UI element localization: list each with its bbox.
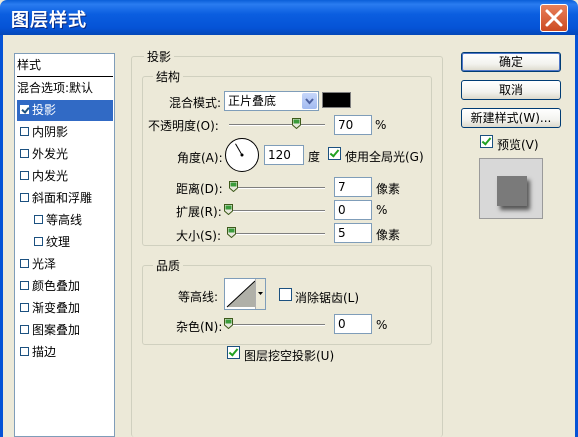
knockout-label: 图层挖空投影(U) [244, 349, 335, 363]
angle-input[interactable]: 120 [264, 145, 304, 165]
style-item-satin[interactable]: 光泽 [17, 254, 113, 275]
chevron-down-icon [258, 292, 263, 295]
chevron-down-icon [305, 98, 314, 105]
size-slider-track[interactable] [229, 233, 325, 235]
opacity-slider-thumb[interactable] [291, 118, 301, 129]
distance-unit: 像素 [376, 182, 401, 196]
style-list-header: 样式 [17, 58, 42, 72]
style-item-drop-shadow[interactable]: 投影 [17, 100, 113, 121]
style-list-divider [17, 76, 113, 77]
opacity-unit: % [375, 118, 387, 132]
style-item-label: 描边 [32, 345, 57, 359]
checkbox-icon[interactable] [34, 215, 43, 224]
knockout-checkbox[interactable] [227, 346, 240, 359]
spread-label: 扩展(R): [176, 205, 222, 219]
style-item-bevel-emboss[interactable]: 斜面和浮雕 [17, 188, 113, 209]
checkbox-icon[interactable] [34, 237, 43, 246]
contour-label: 等高线: [178, 290, 219, 304]
linear-contour-icon [226, 280, 256, 308]
checkbox-icon[interactable] [20, 193, 29, 202]
style-item-inner-shadow[interactable]: 内阴影 [17, 122, 113, 143]
size-input[interactable]: 5 [334, 223, 372, 243]
checkbox-icon[interactable] [20, 127, 29, 136]
checkbox-icon[interactable] [20, 171, 29, 180]
shadow-group-title: 投影 [144, 48, 175, 65]
noise-input[interactable]: 0 [334, 314, 372, 334]
contour-picker[interactable] [224, 278, 266, 310]
noise-slider-thumb[interactable] [224, 318, 233, 329]
style-item-label: 外发光 [32, 147, 69, 161]
spread-unit: % [376, 203, 388, 217]
quality-group-title: 品质 [153, 257, 184, 274]
distance-slider-track[interactable] [229, 187, 325, 189]
close-icon [545, 9, 563, 27]
size-label: 大小(S): [176, 229, 222, 243]
style-item-label: 渐变叠加 [32, 301, 81, 315]
distance-slider-thumb[interactable] [229, 181, 238, 192]
style-item-label: 光泽 [32, 257, 57, 271]
style-item-label: 斜面和浮雕 [32, 191, 93, 205]
noise-slider-track[interactable] [229, 324, 325, 326]
noise-label: 杂色(N): [176, 320, 223, 334]
style-item-gradient-overlay[interactable]: 渐变叠加 [17, 298, 113, 319]
window-title: 图层样式 [11, 10, 87, 31]
noise-unit: % [376, 318, 388, 332]
style-item-label: 纹理 [46, 235, 71, 249]
style-item-label: 投影 [32, 103, 57, 117]
style-item-label: 等高线 [46, 213, 83, 227]
new-style-button[interactable]: 新建样式(W)... [461, 108, 561, 128]
style-item-color-overlay[interactable]: 颜色叠加 [17, 276, 113, 297]
checkbox-icon[interactable] [20, 325, 29, 334]
checkbox-icon[interactable] [20, 149, 29, 158]
structure-group-title: 结构 [153, 68, 184, 85]
style-item-stroke[interactable]: 描边 [17, 342, 113, 363]
blend-mode-select[interactable]: 正片叠底 [224, 91, 319, 111]
style-item-label: 颜色叠加 [32, 279, 81, 293]
preview-checkbox[interactable] [480, 135, 493, 148]
style-item-blend-options[interactable]: 混合选项:默认 [17, 78, 113, 99]
checkbox-icon[interactable] [20, 347, 29, 356]
angle-unit: 度 [308, 150, 321, 164]
antialias-checkbox[interactable] [279, 288, 292, 301]
opacity-input[interactable]: 70 [334, 115, 372, 135]
preview-label: 预览(V) [497, 138, 539, 152]
distance-input[interactable]: 7 [334, 177, 372, 197]
style-item-outer-glow[interactable]: 外发光 [17, 144, 113, 165]
cancel-button[interactable]: 取消 [461, 80, 561, 100]
style-item-label: 内发光 [32, 169, 69, 183]
size-slider-thumb[interactable] [227, 227, 236, 238]
checkbox-icon[interactable] [20, 281, 29, 290]
style-item-inner-glow[interactable]: 内发光 [17, 166, 113, 187]
global-light-checkbox[interactable] [328, 147, 341, 160]
shadow-color-swatch[interactable] [322, 92, 351, 108]
opacity-label: 不透明度(O): [148, 119, 219, 133]
blend-mode-label: 混合模式: [169, 96, 222, 110]
contour-dropdown[interactable] [255, 279, 265, 309]
spread-slider-thumb[interactable] [224, 204, 233, 215]
checkbox-icon[interactable] [20, 259, 29, 268]
style-item-label: 图案叠加 [32, 323, 81, 337]
style-list: 样式 混合选项:默认 投影 内阴影 外发光 内发光 斜面和浮雕 等高线 纹理 光… [14, 53, 115, 437]
distance-label: 距离(D): [176, 182, 223, 196]
checkbox-icon[interactable] [20, 303, 29, 312]
style-item-texture[interactable]: 纹理 [17, 232, 127, 253]
preview-thumbnail [479, 158, 543, 219]
spread-input[interactable]: 0 [334, 200, 372, 220]
ok-button[interactable]: 确定 [461, 52, 561, 72]
antialias-label: 消除锯齿(L) [295, 291, 360, 305]
size-unit: 像素 [376, 228, 401, 242]
style-item-pattern-overlay[interactable]: 图案叠加 [17, 320, 113, 341]
blend-mode-value: 正片叠底 [228, 94, 277, 108]
style-item-label: 内阴影 [32, 125, 69, 139]
spread-slider-track[interactable] [229, 210, 325, 212]
close-button[interactable] [540, 4, 568, 32]
checkbox-icon[interactable] [20, 105, 29, 114]
global-light-label: 使用全局光(G) [345, 150, 424, 164]
preview-swatch [497, 176, 527, 206]
angle-label: 角度(A): [177, 151, 223, 165]
dropdown-arrow[interactable] [302, 93, 317, 109]
opacity-slider-track[interactable] [229, 124, 325, 126]
angle-dial[interactable] [224, 137, 260, 173]
style-item-contour[interactable]: 等高线 [17, 210, 127, 231]
